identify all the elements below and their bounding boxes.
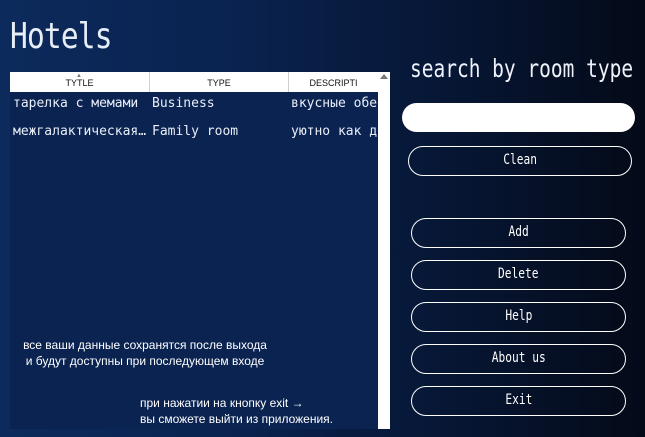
app-title: Hotels (10, 16, 113, 57)
cell-description: уютно как дома (291, 124, 377, 139)
save-info-text: все ваши данные сохранятся после выхода … (23, 338, 267, 368)
table-row[interactable]: тарелка с мемами Business вкусные обеды (10, 96, 378, 118)
cell-title: межгалактическая… (13, 124, 147, 139)
vertical-scrollbar[interactable] (378, 72, 390, 429)
search-label: search by room type (410, 54, 634, 83)
column-header-description[interactable]: DESCRIPTI (289, 72, 378, 92)
hotels-table[interactable]: ▲ TYTLE TYPE DESCRIPTI тарелка с мемами … (10, 72, 390, 429)
scroll-up-icon[interactable] (380, 74, 388, 79)
search-input[interactable] (402, 103, 635, 132)
cell-title: тарелка с мемами (13, 96, 139, 111)
exit-button[interactable]: Exit (411, 386, 626, 416)
column-header-title[interactable]: ▲ TYTLE (10, 72, 150, 92)
table-row[interactable]: межгалактическая… Family room уютно как … (10, 124, 378, 146)
add-button[interactable]: Add (411, 218, 626, 248)
exit-info-text: при нажатии на кнопку exit → вы сможете … (140, 395, 380, 427)
delete-button[interactable]: Delete (411, 260, 626, 290)
cell-description: вкусные обеды (291, 96, 377, 111)
about-us-button[interactable]: About us (411, 344, 626, 374)
table-header: ▲ TYTLE TYPE DESCRIPTI (10, 72, 378, 92)
exit-info-line: при нажатии на кнопку exit → (140, 396, 304, 410)
exit-info-line: вы сможете выйти из приложения. (140, 412, 333, 426)
cell-type: Family room (152, 124, 239, 139)
column-header-type[interactable]: TYPE (150, 72, 289, 92)
help-button[interactable]: Help (411, 302, 626, 332)
clean-button[interactable]: Clean (408, 146, 632, 176)
cell-type: Business (152, 96, 215, 111)
sort-arrow-icon: ▲ (76, 73, 82, 79)
